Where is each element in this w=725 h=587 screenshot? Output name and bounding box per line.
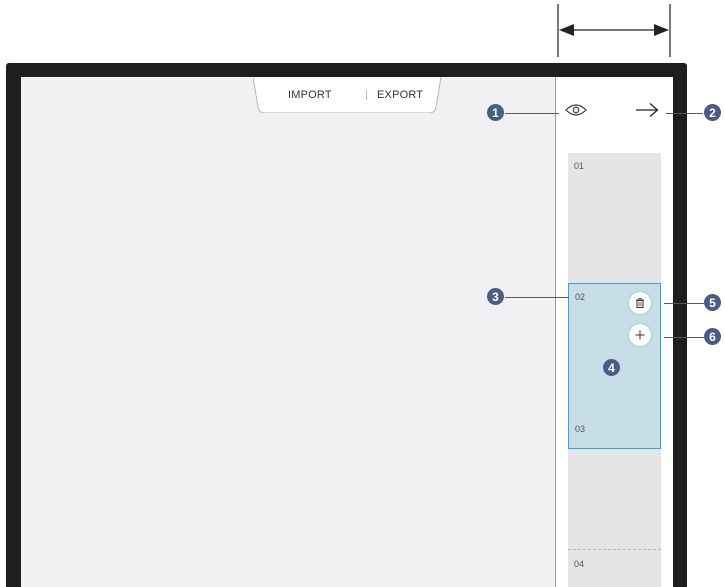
page-number[interactable]: 01	[574, 161, 584, 171]
panel-width-indicator	[557, 4, 671, 57]
callout-badge: 5	[704, 294, 721, 311]
page-number: 03	[575, 424, 586, 434]
callout-leader	[505, 297, 569, 298]
callout-badge: 6	[704, 328, 721, 345]
eye-icon[interactable]	[565, 103, 587, 117]
callout-badge: 3	[487, 288, 504, 305]
add-page-button[interactable]	[629, 324, 651, 346]
delete-page-button[interactable]	[629, 292, 651, 314]
tab-divider	[366, 90, 367, 100]
trash-icon	[636, 298, 644, 308]
callout-leader	[664, 337, 704, 338]
page-panel: 01 02 03 04	[555, 77, 673, 587]
export-button[interactable]: EXPORT	[377, 89, 423, 101]
page-number: 02	[575, 292, 586, 302]
callout-leader	[505, 113, 559, 114]
import-button[interactable]: IMPORT	[288, 89, 332, 101]
import-export-bar: IMPORT EXPORT	[253, 77, 443, 113]
arrow-right-icon[interactable]	[634, 102, 660, 118]
callout-leader	[664, 303, 704, 304]
page-number[interactable]: 04	[574, 559, 584, 569]
callout-badge: 1	[487, 104, 504, 121]
page-divider	[568, 549, 661, 550]
callout-badge: 2	[704, 104, 721, 121]
screen: IMPORT EXPORT 01 02 03 04	[21, 77, 673, 587]
callout-badge: 4	[603, 359, 620, 376]
plus-icon	[635, 330, 645, 340]
callout-leader	[666, 113, 703, 114]
